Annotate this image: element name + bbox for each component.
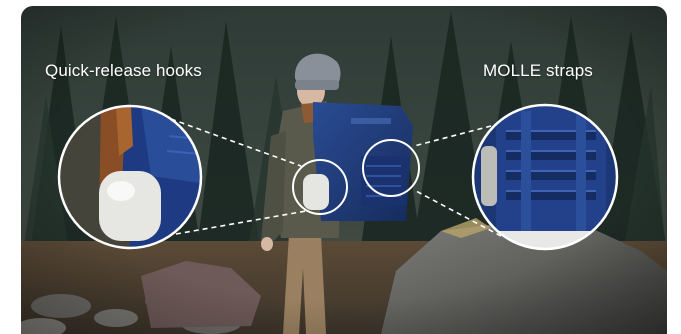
callout-label-quick-release-hooks: Quick-release hooks (45, 61, 202, 80)
product-photo-card: Quick-release hooks MOLLE straps (21, 6, 667, 334)
callout-label-molle-straps: MOLLE straps (483, 61, 593, 80)
hiker-backpack-photo (21, 6, 667, 334)
